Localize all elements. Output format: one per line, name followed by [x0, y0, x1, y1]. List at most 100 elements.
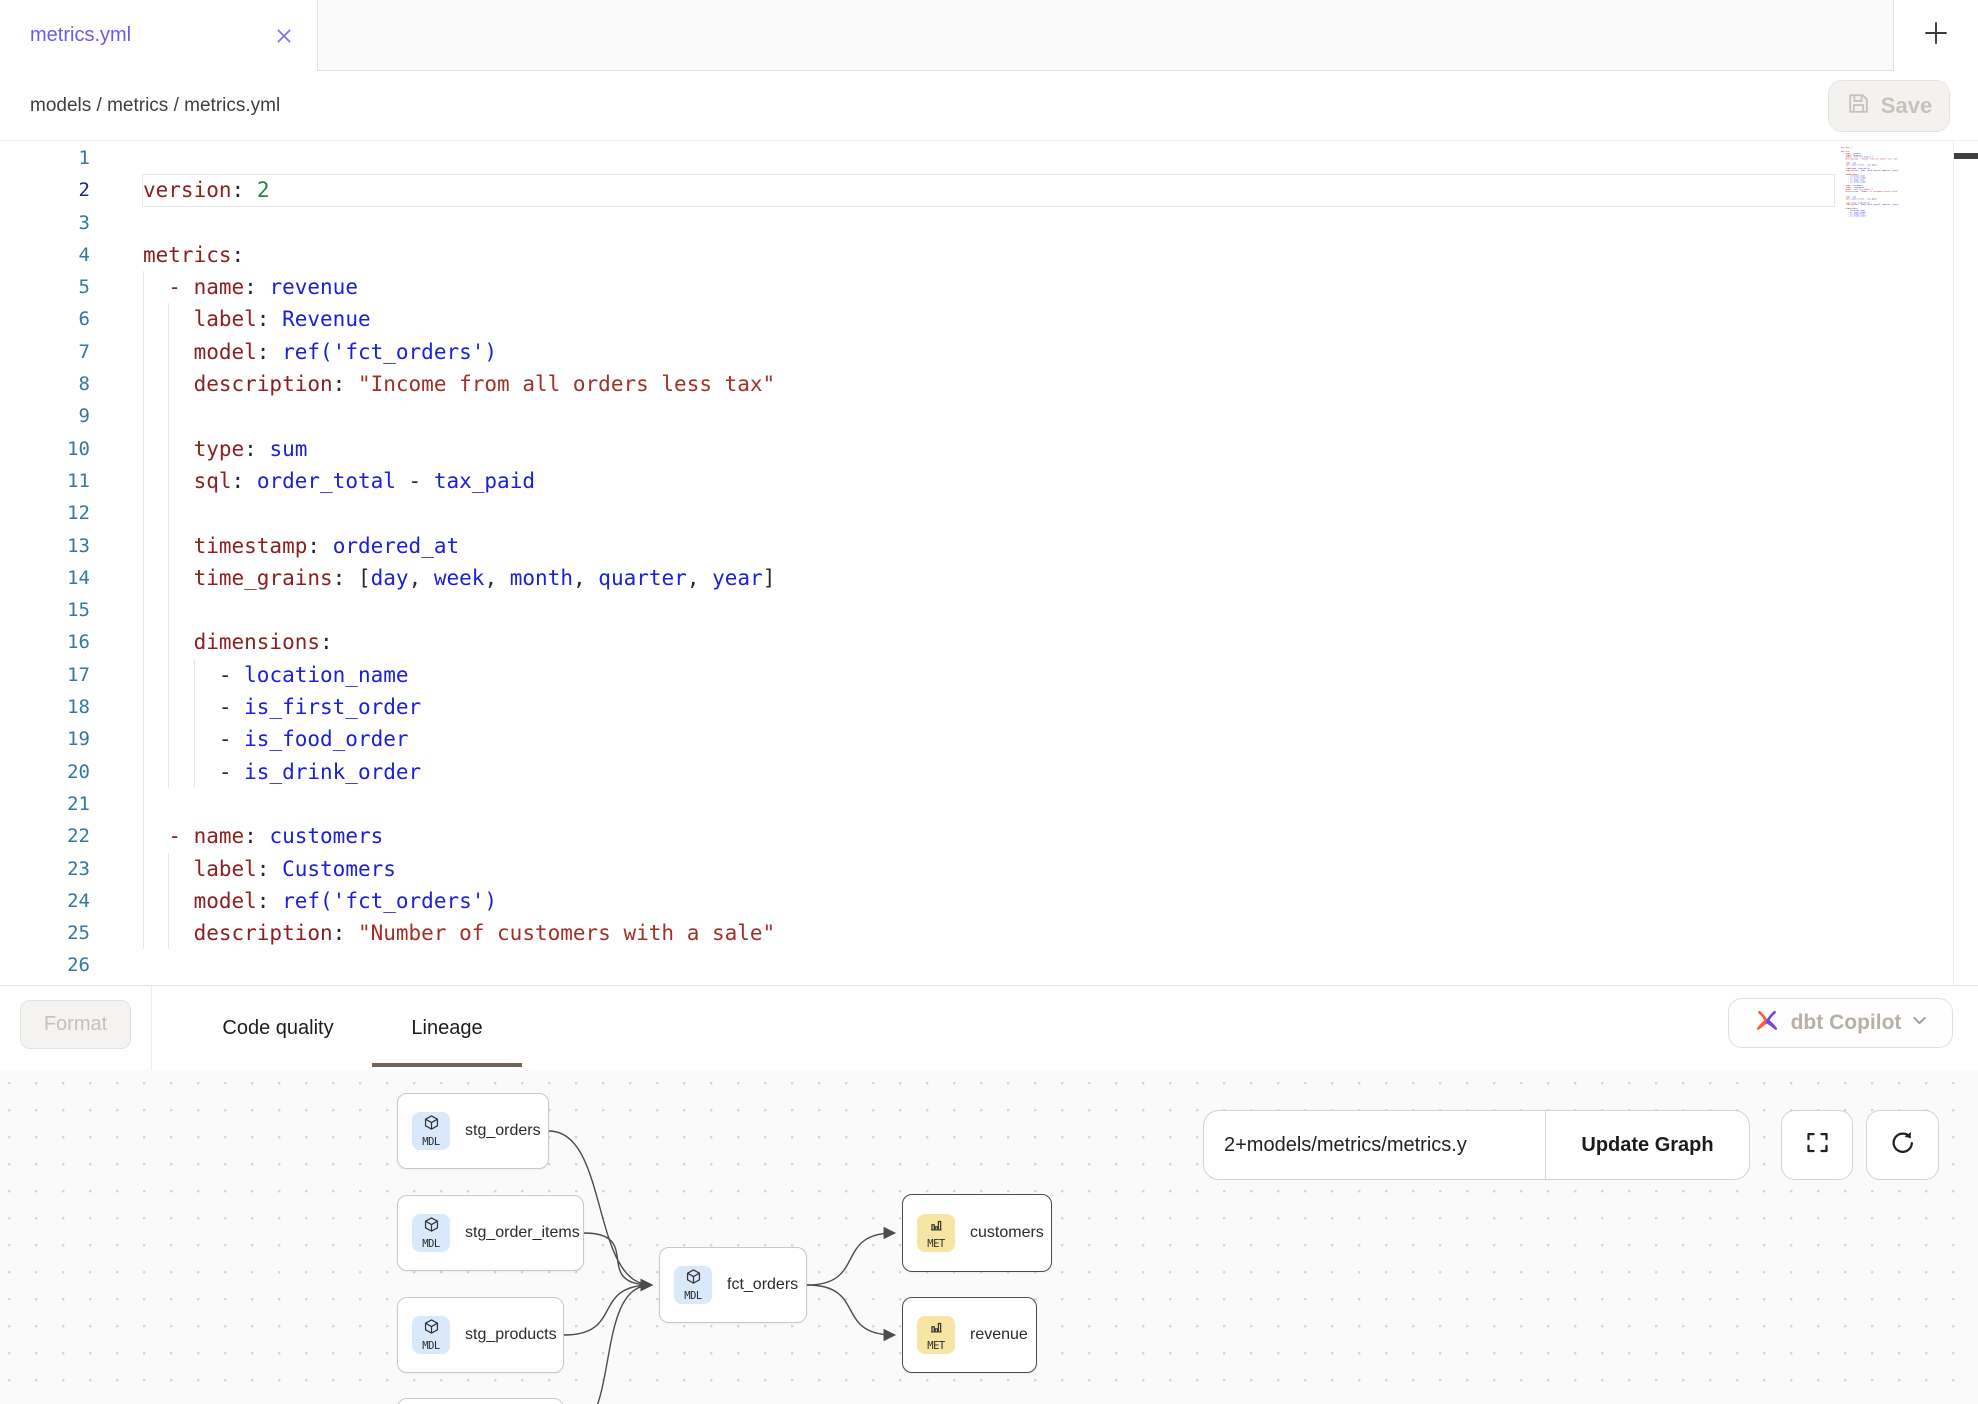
tab-bar: metrics.yml [0, 0, 1978, 71]
lineage-node-fct_orders[interactable]: MDLfct_orders [659, 1247, 807, 1323]
editor-lines[interactable]: 12version: 234metrics:5 - name: revenue6… [0, 142, 1978, 982]
lineage-node-revenue[interactable]: MET revenue [902, 1297, 1037, 1373]
code-editor[interactable]: 12version: 234metrics:5 - name: revenue6… [0, 140, 1978, 985]
code-line[interactable]: 12 [0, 497, 1978, 529]
line-number: 14 [0, 562, 90, 594]
chevron-down-icon [1911, 1012, 1928, 1034]
fullscreen-button[interactable] [1781, 1110, 1853, 1180]
code-line[interactable]: 5 - name: revenue [0, 271, 1978, 303]
save-button[interactable]: Save [1828, 80, 1950, 132]
lineage-node-customers[interactable]: MET customers [902, 1194, 1052, 1272]
lineage-graph-canvas[interactable]: Update Graph MDLstg_orders MDLstg_order_i… [0, 1070, 1978, 1404]
code-line[interactable]: 9 [0, 400, 1978, 432]
line-number: 22 [0, 820, 90, 852]
bottom-toolbar: Format Code quality Lineage dbt Copilot [0, 985, 1978, 1070]
minimap-divider [1953, 141, 1954, 985]
code-line[interactable]: 17 - location_name [0, 659, 1978, 691]
line-number: 25 [0, 917, 90, 949]
line-number: 7 [0, 336, 90, 368]
tab-metrics-yml[interactable]: metrics.yml [0, 0, 318, 71]
minimap[interactable]: version: 2 metrics: - name: revenue labe… [1841, 145, 1951, 235]
dbt-copilot-button[interactable]: dbt Copilot [1728, 998, 1953, 1048]
close-icon[interactable] [273, 25, 295, 47]
line-number: 6 [0, 303, 90, 335]
node-label: customers [970, 1224, 1044, 1242]
tab-code-quality[interactable]: Code quality [178, 986, 378, 1071]
lineage-node-stg_order_items[interactable]: MDLstg_order_items [397, 1195, 584, 1271]
code-line[interactable]: 13 timestamp: ordered_at [0, 530, 1978, 562]
line-number: 4 [0, 239, 90, 271]
tab-strip-empty [318, 0, 1893, 71]
dbt-logo-icon [1753, 1007, 1781, 1040]
code-line[interactable]: 25 description: "Number of customers wit… [0, 917, 1978, 949]
graph-selector-input[interactable] [1204, 1111, 1545, 1179]
code-line[interactable]: 4metrics: [0, 239, 1978, 271]
code-line[interactable]: 14 time_grains: [day, week, month, quart… [0, 562, 1978, 594]
edge-partial_node-to-fct_orders [564, 1285, 651, 1404]
cube-icon [423, 1318, 440, 1341]
line-number: 2 [0, 174, 90, 206]
badge-label: MET [927, 1239, 944, 1250]
code-line[interactable]: 18 - is_first_order [0, 691, 1978, 723]
badge-label: MET [927, 1341, 944, 1352]
line-number: 13 [0, 530, 90, 562]
line-number: 16 [0, 626, 90, 658]
code-line[interactable]: 24 model: ref('fct_orders') [0, 885, 1978, 917]
code-line[interactable]: 22 - name: customers [0, 820, 1978, 852]
line-number: 11 [0, 465, 90, 497]
line-number: 5 [0, 271, 90, 303]
code-line[interactable]: 2version: 2 [0, 174, 1978, 206]
line-number: 12 [0, 497, 90, 529]
met-badge: MET [917, 1316, 955, 1354]
badge-label: MDL [422, 1239, 439, 1250]
code-line[interactable]: 3 [0, 207, 1978, 239]
bar-chart-icon [928, 1217, 945, 1239]
lineage-node-partial_node[interactable]: MDL [397, 1398, 564, 1404]
code-line[interactable]: 16 dimensions: [0, 626, 1978, 658]
line-number: 17 [0, 659, 90, 691]
dbt-copilot-label: dbt Copilot [1791, 1011, 1902, 1035]
code-line[interactable]: 8 description: "Income from all orders l… [0, 368, 1978, 400]
edge-fct_orders-to-revenue [807, 1285, 894, 1335]
format-button[interactable]: Format [20, 1000, 131, 1049]
code-line[interactable]: 1 [0, 142, 1978, 174]
met-badge: MET [917, 1214, 955, 1252]
line-number: 24 [0, 885, 90, 917]
code-line[interactable]: 20 - is_drink_order [0, 756, 1978, 788]
mdl-badge: MDL [412, 1214, 450, 1252]
code-line[interactable]: 23 label: Customers [0, 853, 1978, 885]
line-number: 21 [0, 788, 90, 820]
refresh-icon [1889, 1129, 1916, 1161]
node-label: revenue [970, 1326, 1028, 1344]
code-line[interactable]: 6 label: Revenue [0, 303, 1978, 335]
badge-label: MDL [422, 1341, 439, 1352]
bar-chart-icon [928, 1319, 945, 1341]
line-number: 8 [0, 368, 90, 400]
code-line[interactable]: 7 model: ref('fct_orders') [0, 336, 1978, 368]
tab-lineage[interactable]: Lineage [372, 986, 522, 1071]
new-tab-button[interactable] [1893, 0, 1978, 71]
lineage-node-stg_products[interactable]: MDLstg_products [397, 1297, 564, 1373]
edge-stg_products-to-fct_orders [564, 1285, 651, 1335]
refresh-button[interactable] [1866, 1110, 1939, 1180]
code-line[interactable]: 19 - is_food_order [0, 723, 1978, 755]
graph-selector-group: Update Graph [1203, 1110, 1750, 1180]
edge-stg_order_items-to-fct_orders [584, 1233, 651, 1285]
fullscreen-icon [1804, 1129, 1831, 1161]
breadcrumb: models / metrics / metrics.yml [30, 95, 280, 117]
mdl-badge: MDL [674, 1266, 712, 1304]
line-number: 26 [0, 949, 90, 981]
code-line[interactable]: 10 type: sum [0, 433, 1978, 465]
code-line[interactable]: 15 [0, 594, 1978, 626]
badge-label: MDL [422, 1137, 439, 1148]
code-line[interactable]: 21 [0, 788, 1978, 820]
line-number: 23 [0, 853, 90, 885]
active-tab-underline [372, 1063, 522, 1067]
code-line[interactable]: 26 [0, 949, 1978, 981]
cube-icon [423, 1114, 440, 1137]
lineage-node-stg_orders[interactable]: MDLstg_orders [397, 1093, 549, 1169]
update-graph-button[interactable]: Update Graph [1546, 1111, 1749, 1179]
code-line[interactable]: 11 sql: order_total - tax_paid [0, 465, 1978, 497]
badge-label: MDL [684, 1291, 701, 1302]
line-number: 9 [0, 400, 90, 432]
